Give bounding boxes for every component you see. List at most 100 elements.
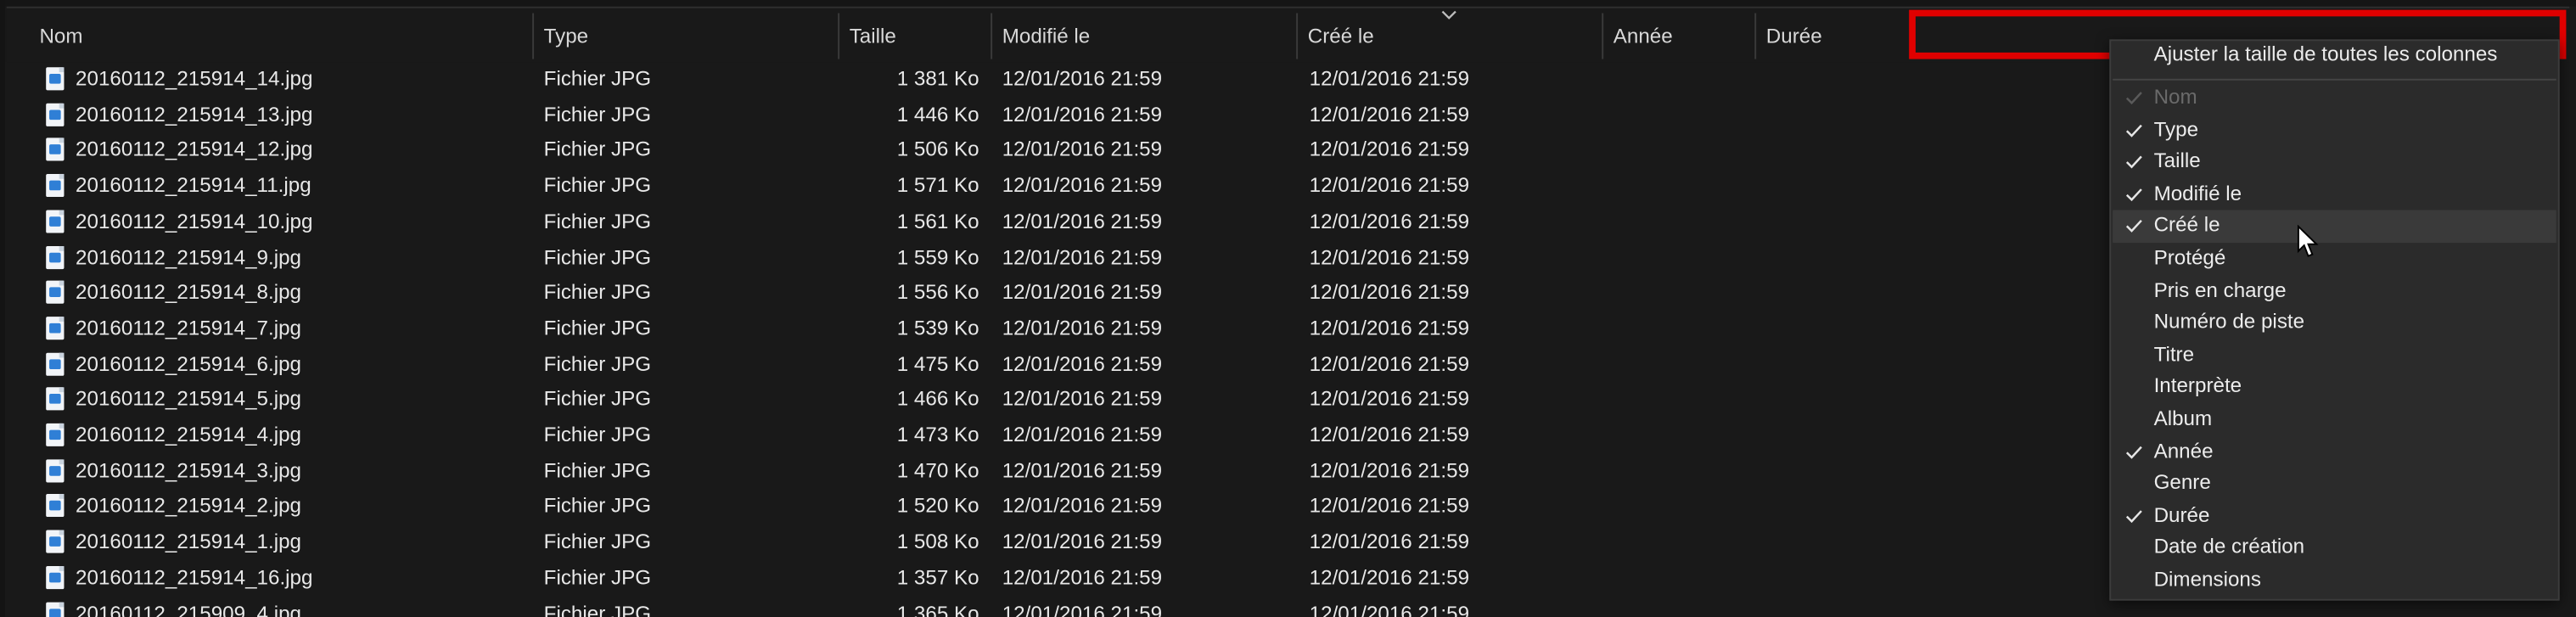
menu-item-interprete[interactable]: Interprète xyxy=(2113,372,2556,404)
image-file-icon xyxy=(46,210,65,233)
menu-item-album[interactable]: Album xyxy=(2113,404,2556,436)
file-name: 20160112_215914_4.jpg xyxy=(76,423,302,446)
file-modified: 12/01/2016 21:59 xyxy=(1002,174,1163,198)
column-header-duration[interactable]: Durée xyxy=(1756,10,1907,63)
menu-item-label: Type xyxy=(2153,117,2199,141)
column-context-menu: Ajuster la taille de toutes les colonnes… xyxy=(2109,39,2560,601)
file-name: 20160112_215914_2.jpg xyxy=(76,494,302,518)
menu-item-taille[interactable]: Taille xyxy=(2113,146,2556,178)
file-created: 12/01/2016 21:59 xyxy=(1309,245,1470,269)
file-type: Fichier JPG xyxy=(543,458,652,482)
image-file-icon xyxy=(46,387,65,411)
file-name: 20160112_215914_9.jpg xyxy=(76,245,302,269)
menu-item-protege[interactable]: Protégé xyxy=(2113,243,2556,275)
file-created: 12/01/2016 21:59 xyxy=(1309,423,1470,446)
menu-item-label: Pris en charge xyxy=(2153,278,2287,301)
menu-item-genre[interactable]: Genre xyxy=(2113,468,2556,500)
file-created: 12/01/2016 21:59 xyxy=(1309,67,1470,91)
menu-item-type[interactable]: Type xyxy=(2113,115,2556,147)
column-header-type-label: Type xyxy=(543,25,589,48)
file-created: 12/01/2016 21:59 xyxy=(1309,174,1470,198)
file-row[interactable]: 20160112_215914_11.jpg Fichier JPG 1 571 K… xyxy=(0,169,2119,205)
file-size: 1 475 Ko xyxy=(896,351,979,375)
file-row[interactable]: 20160112_215914_13.jpg Fichier JPG 1 446 K… xyxy=(0,98,2119,133)
column-header-year-label: Année xyxy=(1613,25,1673,48)
file-type: Fichier JPG xyxy=(543,494,652,518)
file-type: Fichier JPG xyxy=(543,245,652,269)
file-created: 12/01/2016 21:59 xyxy=(1309,210,1470,233)
column-header-type[interactable]: Type xyxy=(534,10,838,63)
file-row[interactable]: 20160112_215914_7.jpg Fichier JPG 1 539 Ko… xyxy=(0,311,2119,347)
file-created: 12/01/2016 21:59 xyxy=(1309,103,1470,126)
file-modified: 12/01/2016 21:59 xyxy=(1002,210,1163,233)
file-size: 1 571 Ko xyxy=(896,174,979,198)
file-row[interactable]: 20160112_215914_4.jpg Fichier JPG 1 473 Ko… xyxy=(0,418,2119,454)
mouse-cursor-icon xyxy=(2297,224,2319,257)
column-header-modified[interactable]: Modifié le xyxy=(992,10,1296,63)
menu-item-fit-all-columns[interactable]: Ajuster la taille de toutes les colonnes xyxy=(2113,41,2556,77)
file-created: 12/01/2016 21:59 xyxy=(1309,280,1470,305)
file-created: 12/01/2016 21:59 xyxy=(1309,565,1470,589)
file-row[interactable]: 20160112_215914_8.jpg Fichier JPG 1 556 Ko… xyxy=(0,276,2119,311)
file-type: Fichier JPG xyxy=(543,565,652,589)
file-type: Fichier JPG xyxy=(543,601,652,617)
column-header-size[interactable]: Taille xyxy=(839,10,991,63)
menu-item-label: Titre xyxy=(2153,342,2195,366)
image-file-icon xyxy=(46,530,65,553)
file-name: 20160112_215914_12.jpg xyxy=(76,138,313,162)
menu-item-pris-en-charge[interactable]: Pris en charge xyxy=(2113,275,2556,307)
file-created: 12/01/2016 21:59 xyxy=(1309,458,1470,482)
file-size: 1 506 Ko xyxy=(896,138,979,162)
image-file-icon xyxy=(46,316,65,340)
menu-item-numero-de-piste[interactable]: Numéro de piste xyxy=(2113,307,2556,339)
file-modified: 12/01/2016 21:59 xyxy=(1002,280,1163,305)
menu-item-label: Créé le xyxy=(2153,214,2220,238)
file-row[interactable]: 20160112_215914_16.jpg Fichier JPG 1 357 K… xyxy=(0,561,2119,597)
checkmark-icon xyxy=(2125,446,2142,458)
menu-item-duree[interactable]: Durée xyxy=(2113,500,2556,532)
file-name: 20160112_215914_8.jpg xyxy=(76,280,302,305)
menu-item-label: Numéro de piste xyxy=(2153,310,2305,334)
menu-item-label: Taille xyxy=(2153,149,2201,173)
file-row[interactable]: 20160112_215909_4.jpg Fichier JPG 1 365 Ko… xyxy=(0,597,2119,617)
file-row[interactable]: 20160112_215914_3.jpg Fichier JPG 1 470 Ko… xyxy=(0,454,2119,490)
file-type: Fichier JPG xyxy=(543,210,652,233)
menu-item-dimensions[interactable]: Dimensions xyxy=(2113,564,2556,597)
file-row[interactable]: 20160112_215914_10.jpg Fichier JPG 1 561 K… xyxy=(0,205,2119,240)
file-type: Fichier JPG xyxy=(543,67,652,91)
file-name: 20160112_215914_6.jpg xyxy=(76,351,302,375)
file-created: 12/01/2016 21:59 xyxy=(1309,351,1470,375)
file-row[interactable]: 20160112_215914_9.jpg Fichier JPG 1 559 Ko… xyxy=(0,240,2119,276)
image-file-icon xyxy=(46,174,65,198)
file-created: 12/01/2016 21:59 xyxy=(1309,530,1470,553)
file-row[interactable]: 20160112_215914_5.jpg Fichier JPG 1 466 Ko… xyxy=(0,383,2119,418)
menu-item-label: Ajuster la taille de toutes les colonnes xyxy=(2153,42,2498,66)
file-size: 1 508 Ko xyxy=(896,530,979,553)
image-file-icon xyxy=(46,601,65,617)
checkmark-icon xyxy=(2125,220,2142,233)
menu-item-date-de-creation[interactable]: Date de création xyxy=(2113,532,2556,564)
file-name: 20160112_215914_10.jpg xyxy=(76,210,313,233)
menu-item-label: Protégé xyxy=(2153,246,2226,270)
menu-item-titre[interactable]: Titre xyxy=(2113,339,2556,372)
file-row[interactable]: 20160112_215914_14.jpg Fichier JPG 1 381 K… xyxy=(0,62,2119,98)
menu-item-label: Interprète xyxy=(2153,374,2242,398)
checkmark-icon xyxy=(2125,509,2142,523)
menu-item-cree-le[interactable]: Créé le xyxy=(2113,210,2556,244)
file-size: 1 561 Ko xyxy=(896,210,979,233)
column-header-year[interactable]: Année xyxy=(1603,10,1754,63)
file-type: Fichier JPG xyxy=(543,280,652,305)
file-row[interactable]: 20160112_215914_6.jpg Fichier JPG 1 475 Ko… xyxy=(0,347,2119,383)
file-row[interactable]: 20160112_215914_12.jpg Fichier JPG 1 506 K… xyxy=(0,133,2119,169)
file-type: Fichier JPG xyxy=(543,138,652,162)
file-row[interactable]: 20160112_215914_1.jpg Fichier JPG 1 508 Ko… xyxy=(0,525,2119,561)
file-type: Fichier JPG xyxy=(543,423,652,446)
file-row[interactable]: 20160112_215914_2.jpg Fichier JPG 1 520 Ko… xyxy=(0,490,2119,525)
file-modified: 12/01/2016 21:59 xyxy=(1002,601,1163,617)
image-file-icon xyxy=(46,351,65,375)
menu-item-annee[interactable]: Année xyxy=(2113,436,2556,468)
image-file-icon xyxy=(46,245,65,269)
menu-item-modifie-le[interactable]: Modifié le xyxy=(2113,178,2556,210)
column-header-name[interactable]: Nom xyxy=(30,10,532,63)
file-size: 1 520 Ko xyxy=(896,494,979,518)
